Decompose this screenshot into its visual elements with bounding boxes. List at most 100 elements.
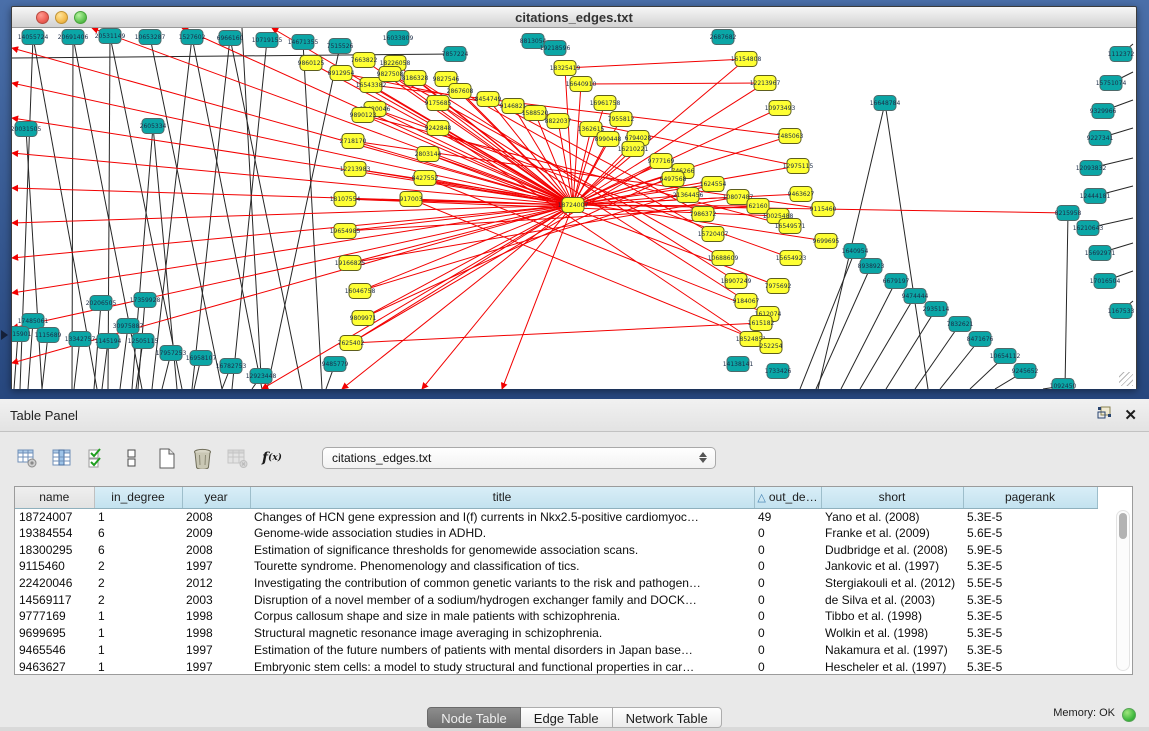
graph-node[interactable]: 9860125 [298,56,325,71]
graph-node[interactable]: 7955812 [608,112,635,127]
graph-node[interactable]: 1624554 [700,177,727,192]
graph-node[interactable]: 16648784 [870,96,901,111]
graph-node[interactable]: 12213967 [750,76,781,91]
table-cell[interactable]: Disruption of a novel member of a sodium… [250,591,754,608]
graph-node[interactable]: 15751074 [1096,76,1127,91]
citation-edge-red[interactable] [565,59,746,68]
table-mode-icon[interactable] [16,446,38,470]
table-cell[interactable]: 2 [94,591,182,608]
table-row[interactable]: 1830029562008Estimation of significance … [15,541,1097,558]
graph-node[interactable]: 15654923 [776,251,807,266]
graph-node[interactable]: 7663822 [351,53,378,68]
citation-edge-black[interactable] [841,281,896,389]
citation-edge-black[interactable] [915,324,960,389]
graph-node[interactable]: 2867608 [447,84,474,99]
graph-node[interactable]: 20531149 [95,29,126,44]
graph-node[interactable]: 12975115 [783,159,814,174]
delete-icon[interactable] [191,446,213,470]
graph-node[interactable]: 18907249 [721,274,752,289]
table-cell[interactable]: 2012 [182,575,250,592]
table-cell[interactable]: Investigating the contribution of common… [250,575,754,592]
table-cell[interactable]: 1997 [182,558,250,575]
graph-node[interactable]: 8186328 [402,71,429,86]
table-cell[interactable]: 9115460 [15,558,94,575]
citation-edge-red[interactable] [581,83,765,84]
graph-node[interactable]: 16549571 [775,219,806,234]
graph-node[interactable]: 9699695 [813,234,840,249]
table-selector[interactable]: citations_edges.txt [322,447,716,469]
graph-node[interactable]: 1640954 [842,244,869,259]
graph-node[interactable]: 9474444 [902,289,929,304]
table-cell[interactable]: Stergiakouli et al. (2012) [821,575,963,592]
table-cell[interactable]: 9699695 [15,625,94,642]
table-cell[interactable]: 2008 [182,508,250,525]
graph-node[interactable]: 2803144 [415,147,442,162]
graph-node[interactable]: 7986372 [690,207,717,222]
citation-edge-red[interactable] [351,205,573,343]
graph-node[interactable]: 20206505 [86,296,117,311]
table-cell[interactable]: 14569117 [15,591,94,608]
table-cell[interactable]: 5.3E-5 [963,558,1097,575]
graph-node[interactable]: 2718170 [340,134,367,149]
table-cell[interactable]: 5.5E-5 [963,575,1097,592]
graph-node[interactable]: 12213983 [340,162,371,177]
table-row[interactable]: 911546021997Tourette syndrome. Phenomeno… [15,558,1097,575]
graph-node[interactable]: 7857224 [442,47,469,62]
table-cell[interactable]: Corpus callosum shape and size in male p… [250,608,754,625]
table-scrollbar[interactable] [1116,510,1130,671]
table-cell[interactable]: 0 [754,541,821,558]
citation-edge-red[interactable] [350,205,573,263]
table-cell[interactable]: 5.3E-5 [963,608,1097,625]
citation-edge-red[interactable] [12,118,573,205]
graph-node[interactable]: 20691406 [58,30,89,45]
graph-node[interactable]: 16033809 [383,31,414,46]
citation-edge-black[interactable] [26,129,42,389]
table-cell[interactable]: 9463627 [15,658,94,675]
network-window-titlebar[interactable]: citations_edges.txt [12,7,1136,28]
table-cell[interactable]: 49 [754,508,821,525]
table-cell[interactable]: 5.3E-5 [963,658,1097,675]
create-column-icon[interactable] [156,446,178,470]
graph-node[interactable]: 9329966 [1090,104,1117,119]
table-row[interactable]: 1872400712008Changes of HCN gene express… [15,508,1097,525]
graph-node[interactable]: 15692971 [1085,246,1116,261]
graph-node[interactable]: 6679197 [883,274,910,289]
row-height-icon[interactable] [121,446,143,470]
table-cell[interactable]: Genome-wide association studies in ADHD. [250,525,754,542]
graph-node[interactable]: 13342757 [65,332,96,347]
graph-node[interactable]: 18724007 [558,198,589,213]
citation-edge-black[interactable] [303,42,322,389]
table-row[interactable]: 1456911722003Disruption of a novel membe… [15,591,1097,608]
graph-node[interactable]: 9175685 [425,96,452,111]
graph-node[interactable]: 18325419 [550,61,581,76]
citation-edge-red[interactable] [422,205,573,389]
table-cell[interactable]: Estimation of the future numbers of pati… [250,642,754,659]
graph-node[interactable]: 8822037 [545,114,572,129]
graph-node[interactable]: 9115460 [810,202,837,217]
table-cell[interactable]: 0 [754,525,821,542]
graph-node[interactable]: 2935114 [923,302,950,317]
citation-edge-black[interactable] [42,335,48,389]
graph-node[interactable]: 19166825 [335,256,366,271]
graph-node[interactable]: 10719155 [252,33,283,48]
citation-edge-black[interactable] [230,38,302,389]
graph-node[interactable]: 10688609 [708,251,739,266]
table-cell[interactable]: 0 [754,658,821,675]
graph-node[interactable]: 17359928 [130,293,161,308]
graph-node[interactable]: 1115689 [35,328,62,343]
graph-node[interactable]: 2605334 [140,119,167,134]
graph-node[interactable]: 16640910 [566,77,597,92]
graph-node[interactable]: 16210643 [1073,221,1104,236]
table-cell[interactable]: 1997 [182,658,250,675]
graph-node[interactable]: 16046758 [345,284,376,299]
graph-node[interactable]: 2687682 [710,30,737,45]
graph-node[interactable]: 14138141 [723,357,754,372]
table-cell[interactable]: 5.6E-5 [963,525,1097,542]
graph-node[interactable]: 9245652 [1012,364,1039,379]
panel-collapse-arrow-icon[interactable] [1,330,8,340]
function-builder-icon[interactable]: f(x) [261,446,283,470]
close-panel-icon[interactable]: ✕ [1124,407,1137,425]
table-cell[interactable]: 1 [94,508,182,525]
graph-node[interactable]: 20031505 [12,122,41,137]
table-cell[interactable]: Yano et al. (2008) [821,508,963,525]
